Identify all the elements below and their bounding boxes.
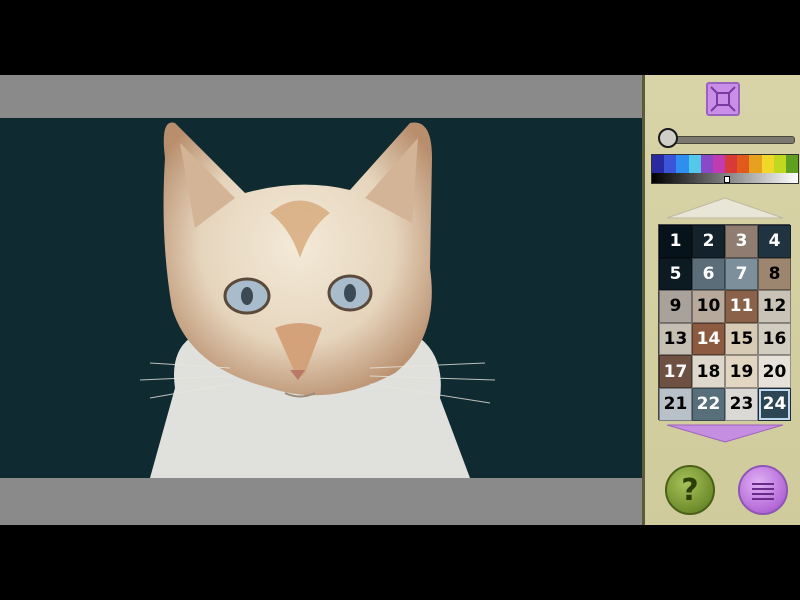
color-swatch-number: 12 — [762, 296, 787, 317]
color-swatch-number: 3 — [735, 231, 748, 252]
color-swatch-10[interactable]: 10 — [692, 290, 725, 323]
palette-hue-10[interactable] — [761, 155, 774, 173]
palette-hue-5[interactable] — [700, 155, 713, 173]
palette-hue-7[interactable] — [725, 155, 738, 173]
color-swatch-number: 24 — [762, 394, 787, 415]
palette-hue-3[interactable] — [676, 155, 689, 173]
color-swatch-number: 19 — [729, 361, 754, 382]
zoom-slider-track[interactable] — [665, 136, 795, 144]
palette-hues[interactable] — [652, 155, 799, 173]
color-swatch-2[interactable]: 2 — [692, 225, 725, 258]
artwork-cat-portrait[interactable] — [0, 118, 642, 478]
color-swatch-number: 22 — [696, 394, 721, 415]
color-swatch-17[interactable]: 17 — [659, 355, 692, 388]
palette-hue-12[interactable] — [785, 155, 799, 173]
palette-gray-bar[interactable] — [652, 173, 798, 183]
color-swatch-number: 11 — [729, 296, 754, 317]
color-swatch-number: 16 — [762, 329, 787, 350]
color-swatch-number: 20 — [762, 361, 787, 382]
color-swatch-18[interactable]: 18 — [692, 355, 725, 388]
palette-hue-2[interactable] — [664, 155, 677, 173]
fit-screen-button[interactable] — [706, 82, 740, 116]
question-icon: ? — [681, 472, 699, 508]
color-swatch-number: 14 — [696, 329, 721, 350]
color-swatch-11[interactable]: 11 — [725, 290, 758, 323]
color-swatch-4[interactable]: 4 — [758, 225, 791, 258]
color-swatch-number: 17 — [663, 361, 688, 382]
gray-marker[interactable] — [724, 176, 730, 183]
color-swatch-24[interactable]: 24 — [758, 387, 791, 421]
color-number-grid: 1 2 3 4 5 6 7 8 9 10 11 12 13 14 15 16 17 18 19 20 21 22 23 24 — [658, 224, 791, 421]
color-swatch-number: 2 — [702, 231, 715, 252]
palette-hue-8[interactable] — [737, 155, 750, 173]
color-swatch-3[interactable]: 3 — [725, 225, 758, 258]
color-swatch-23[interactable]: 23 — [725, 387, 758, 421]
color-swatch-number: 21 — [663, 394, 688, 415]
color-swatch-number: 5 — [669, 263, 682, 284]
color-swatch-9[interactable]: 9 — [659, 290, 692, 323]
color-swatch-6[interactable]: 6 — [692, 257, 725, 291]
color-swatch-19[interactable]: 19 — [725, 355, 758, 388]
color-swatch-number: 4 — [768, 231, 781, 252]
help-button[interactable]: ? — [665, 465, 715, 515]
color-swatch-number: 13 — [663, 329, 688, 350]
triangle-up-icon — [666, 197, 784, 219]
cat-painting[interactable] — [0, 118, 642, 478]
color-swatch-14[interactable]: 14 — [692, 322, 725, 356]
color-swatch-5[interactable]: 5 — [659, 257, 692, 291]
color-swatch-number: 15 — [729, 329, 754, 350]
color-swatch-number: 1 — [669, 231, 682, 252]
color-swatch-number: 7 — [735, 263, 748, 284]
color-swatch-13[interactable]: 13 — [659, 322, 692, 356]
color-swatch-22[interactable]: 22 — [692, 387, 725, 421]
color-swatch-20[interactable]: 20 — [758, 355, 791, 388]
color-swatch-16[interactable]: 16 — [758, 322, 791, 356]
zoom-slider-thumb[interactable] — [658, 128, 678, 148]
color-swatch-7[interactable]: 7 — [725, 257, 758, 291]
color-swatch-12[interactable]: 12 — [758, 290, 791, 323]
palette-hue-1[interactable] — [652, 155, 665, 173]
scroll-down-button[interactable] — [665, 423, 785, 443]
zoom-slider[interactable] — [657, 128, 795, 152]
canvas-area[interactable] — [0, 75, 642, 525]
color-swatch-number: 6 — [702, 263, 715, 284]
palette-hue-6[interactable] — [712, 155, 726, 173]
color-swatch-1[interactable]: 1 — [659, 225, 692, 258]
menu-button[interactable] — [738, 465, 788, 515]
color-palette-strip[interactable] — [651, 154, 799, 184]
color-swatch-number: 23 — [729, 394, 754, 415]
color-swatch-number: 8 — [768, 263, 781, 284]
color-swatch-number: 18 — [696, 361, 721, 382]
palette-hue-11[interactable] — [773, 155, 786, 173]
color-swatch-8[interactable]: 8 — [758, 257, 791, 291]
color-swatch-15[interactable]: 15 — [725, 322, 758, 356]
triangle-down-icon — [666, 424, 784, 443]
color-swatch-21[interactable]: 21 — [659, 387, 692, 421]
side-panel: 1 2 3 4 5 6 7 8 9 10 11 12 13 14 15 16 17 18 19 20 21 22 23 24 … — [642, 75, 800, 525]
color-swatch-number: 9 — [669, 296, 682, 317]
fit-screen-icon — [710, 86, 736, 112]
scroll-up-button[interactable] — [665, 196, 785, 220]
palette-hue-4[interactable] — [688, 155, 701, 173]
color-swatch-number: 10 — [696, 296, 721, 317]
palette-hue-9[interactable] — [749, 155, 762, 173]
